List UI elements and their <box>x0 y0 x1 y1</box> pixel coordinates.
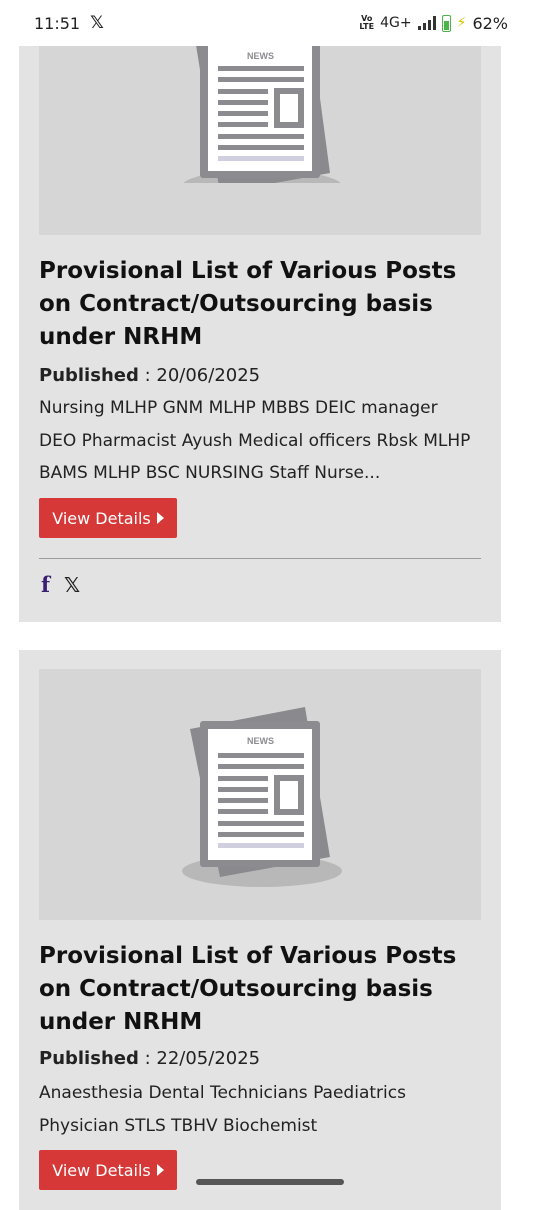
x-share-icon[interactable]: 𝕏 <box>64 573 80 597</box>
news-document-icon: NEWS <box>182 707 342 887</box>
published-date: 22/05/2025 <box>156 1048 261 1069</box>
view-details-label: View Details <box>52 1160 151 1180</box>
published-date: 20/06/2025 <box>156 365 261 386</box>
published-line: Published : 20/06/2025 <box>39 365 260 386</box>
divider <box>39 558 481 559</box>
x-app-icon: 𝕏 <box>90 13 104 33</box>
battery-icon <box>441 14 451 32</box>
card-title[interactable]: Provisional List of Various Posts on Con… <box>39 940 489 1039</box>
news-card: NEWS Provisional List of Various Posts o… <box>19 0 501 622</box>
published-line: Published : 22/05/2025 <box>39 1048 260 1069</box>
home-indicator[interactable] <box>196 1179 344 1185</box>
status-left: 11:51 𝕏 <box>34 13 104 33</box>
charging-bolt-icon: ⚡ <box>456 15 467 31</box>
view-details-label: View Details <box>52 508 151 528</box>
view-details-button[interactable]: View Details <box>39 498 177 538</box>
news-label: NEWS <box>247 51 274 61</box>
battery-percent: 62% <box>472 13 508 33</box>
status-bar: 11:51 𝕏 Vo LTE 4G+ ⚡ 62% <box>0 0 540 46</box>
published-label: Published <box>39 365 139 386</box>
published-label: Published <box>39 1048 139 1069</box>
caret-right-icon <box>156 1164 164 1176</box>
news-card: NEWS Provisional List of Various Posts o… <box>19 650 501 1210</box>
status-right: Vo LTE 4G+ ⚡ 62% <box>359 14 508 33</box>
published-separator: : <box>138 365 157 386</box>
news-label: NEWS <box>247 736 274 746</box>
signal-icon <box>417 16 436 30</box>
view-details-button[interactable]: View Details <box>39 1150 177 1190</box>
facebook-icon[interactable]: f <box>41 572 50 597</box>
network-type: 4G+ <box>380 15 412 31</box>
status-time: 11:51 <box>34 13 81 33</box>
card-summary: Anaesthesia Dental Technicians Paediatri… <box>39 1083 406 1136</box>
card-summary: Nursing MLHP GNM MLHP MBBS DEIC manager … <box>39 398 471 483</box>
published-separator: : <box>138 1048 157 1069</box>
caret-right-icon <box>156 512 164 524</box>
volte-icon: Vo LTE <box>359 14 375 31</box>
card-title[interactable]: Provisional List of Various Posts on Con… <box>39 255 489 354</box>
share-row: f 𝕏 <box>41 572 80 597</box>
news-thumbnail[interactable]: NEWS <box>39 669 481 920</box>
